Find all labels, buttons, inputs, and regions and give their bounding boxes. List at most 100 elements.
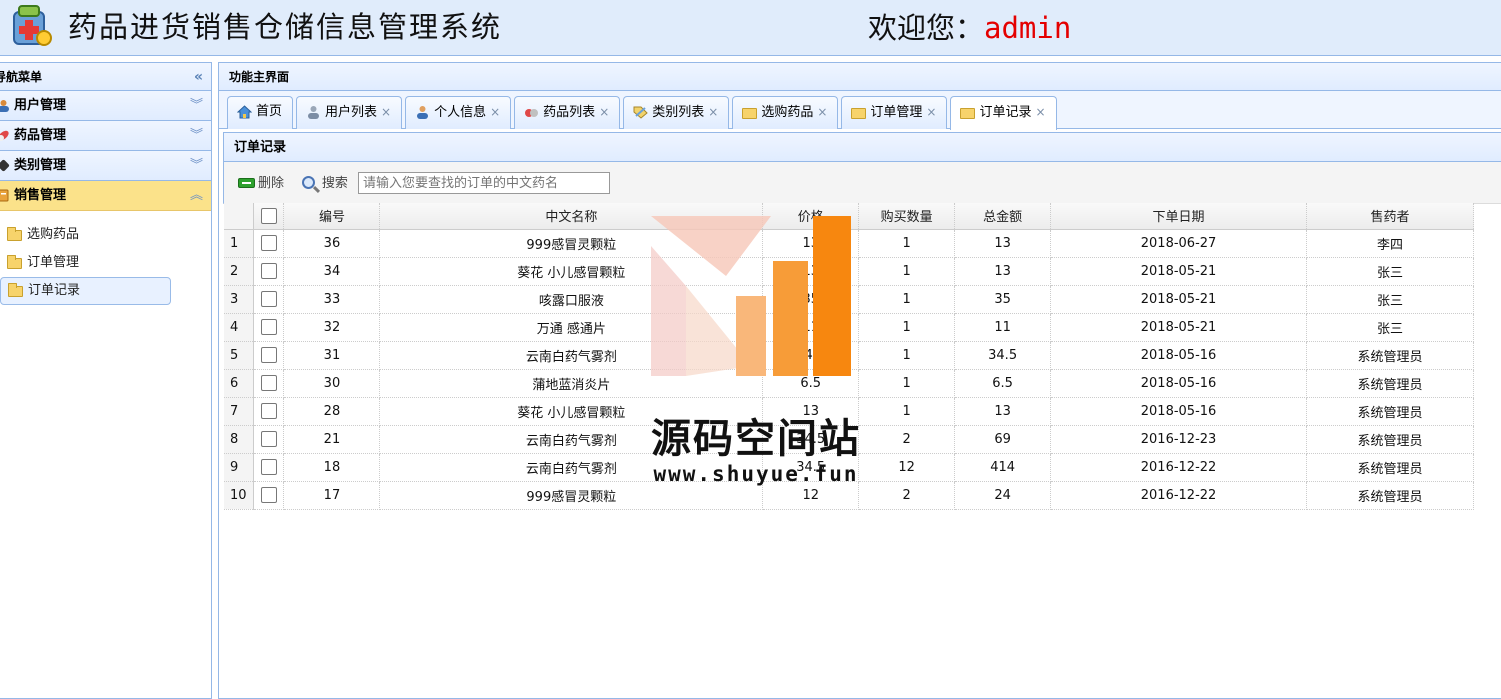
cell-qty: 1 — [858, 257, 956, 286]
select-all-checkbox[interactable] — [260, 207, 277, 224]
collapse-left-icon[interactable]: « — [194, 63, 203, 91]
cell-price: 34.5 — [762, 341, 860, 370]
delete-button[interactable]: 删除 — [238, 163, 284, 205]
user-icon — [0, 100, 9, 112]
tab-label: 选购药品 — [761, 105, 814, 120]
table-row[interactable]: 8 21 云南白药气雾剂 34.5 2 69 2016-12-23 系统管理员 — [224, 425, 1475, 454]
row-number: 8 — [224, 425, 255, 454]
row-number: 2 — [224, 257, 255, 286]
table-row[interactable]: 5 31 云南白药气雾剂 34.5 1 34.5 2018-05-16 系统管理员 — [224, 341, 1475, 370]
tab-personal-info[interactable]: 个人信息 × — [405, 96, 512, 129]
table-row[interactable]: 7 28 葵花 小儿感冒颗粒 13 1 13 2018-05-16 系统管理员 — [224, 397, 1475, 426]
table-row[interactable]: 9 18 云南白药气雾剂 34.5 12 414 2016-12-22 系统管理员 — [224, 453, 1475, 482]
close-icon[interactable]: × — [926, 105, 936, 119]
tab-order-records[interactable]: 订单记录 × — [950, 96, 1057, 130]
row-checkbox[interactable] — [260, 319, 277, 335]
search-label: 搜索 — [321, 176, 348, 191]
row-checkbox[interactable] — [260, 459, 277, 475]
table-row[interactable]: 6 30 蒲地蓝消炎片 6.5 1 6.5 2018-05-16 系统管理员 — [224, 369, 1475, 398]
chevron-down-icon[interactable]: ︾ — [190, 121, 203, 151]
row-checkbox[interactable] — [260, 347, 277, 363]
nav-section-label: 类别管理 — [14, 158, 67, 173]
column-header[interactable]: 购买数量 — [858, 203, 956, 230]
column-header[interactable]: 中文名称 — [379, 203, 764, 230]
chevron-down-icon[interactable]: ︾ — [190, 151, 203, 181]
nav-panel-title: 导航菜单 « — [0, 63, 211, 91]
cell-qty: 1 — [858, 285, 956, 314]
nav-item-order-manage[interactable]: 订单管理 — [0, 249, 211, 277]
column-header[interactable]: 售药者 — [1306, 203, 1475, 230]
tab-label: 订单管理 — [870, 105, 923, 120]
tab-order-manage[interactable]: 订单管理 × — [841, 96, 948, 129]
chevron-up-icon[interactable]: ︽ — [190, 181, 203, 211]
row-number: 5 — [224, 341, 255, 370]
cell-date: 2016-12-23 — [1050, 425, 1307, 454]
cell-date: 2018-06-27 — [1050, 229, 1307, 258]
nav-item-label: 订单记录 — [28, 283, 81, 298]
column-header[interactable]: 总金额 — [954, 203, 1052, 230]
row-number: 4 — [224, 313, 255, 342]
tag-icon — [0, 159, 10, 172]
user-list-icon — [308, 106, 320, 119]
chevron-down-icon[interactable]: ︾ — [190, 91, 203, 121]
close-icon[interactable]: × — [1036, 105, 1046, 119]
close-icon[interactable]: × — [490, 105, 500, 119]
row-select-cell — [253, 369, 285, 398]
table-row[interactable]: 3 33 咳露口服液 35 1 35 2018-05-21 张三 — [224, 285, 1475, 314]
cell-seller: 系统管理员 — [1306, 453, 1475, 482]
search-input[interactable] — [358, 172, 610, 194]
row-select-cell — [253, 425, 285, 454]
cell-price: 35 — [762, 285, 860, 314]
nav-item-order-records[interactable]: 订单记录 — [0, 277, 171, 305]
table-row[interactable]: 10 17 999感冒灵颗粒 12 2 24 2016-12-22 系统管理员 — [224, 481, 1475, 510]
row-select-cell — [253, 285, 285, 314]
nav-section-drug[interactable]: 药品管理 ︾ — [0, 121, 211, 151]
row-checkbox[interactable] — [260, 291, 277, 307]
nav-section-label: 用户管理 — [14, 98, 67, 113]
cell-price: 13 — [762, 229, 860, 258]
row-checkbox[interactable] — [260, 403, 277, 419]
tab-drug-list[interactable]: 药品列表 × — [514, 96, 621, 129]
close-icon[interactable]: × — [381, 105, 391, 119]
cell-seller: 系统管理员 — [1306, 481, 1475, 510]
row-checkbox[interactable] — [260, 431, 277, 447]
cell-price: 6.5 — [762, 369, 860, 398]
nav-section-sales[interactable]: 销售管理 ︽ — [0, 181, 211, 211]
row-checkbox[interactable] — [260, 375, 277, 391]
cell-id: 36 — [283, 229, 381, 258]
nav-item-select-drug[interactable]: 选购药品 — [0, 221, 211, 249]
cell-price: 34.5 — [762, 425, 860, 454]
column-header[interactable]: 编号 — [283, 203, 381, 230]
column-header[interactable]: 下单日期 — [1050, 203, 1307, 230]
close-icon[interactable]: × — [817, 105, 827, 119]
cell-name: 云南白药气雾剂 — [379, 341, 764, 370]
pill-icon — [525, 109, 539, 117]
tab-label: 订单记录 — [979, 105, 1032, 120]
tab-select-drug[interactable]: 选购药品 × — [732, 96, 839, 129]
welcome-label: 欢迎您： — [868, 11, 985, 45]
cell-total: 11 — [954, 313, 1052, 342]
search-button[interactable]: 搜索 — [301, 163, 348, 205]
folder-icon — [960, 108, 976, 119]
tab-user-list[interactable]: 用户列表 × — [296, 96, 403, 129]
tab-category-list[interactable]: 类别列表 × — [623, 96, 730, 129]
nav-section-category[interactable]: 类别管理 ︾ — [0, 151, 211, 181]
row-checkbox[interactable] — [260, 235, 277, 251]
cell-date: 2018-05-16 — [1050, 369, 1307, 398]
table-row[interactable]: 2 34 葵花 小儿感冒颗粒 13 1 13 2018-05-21 张三 — [224, 257, 1475, 286]
row-checkbox[interactable] — [260, 263, 277, 279]
row-checkbox[interactable] — [260, 487, 277, 503]
column-header[interactable]: 价格 — [762, 203, 860, 230]
folder-icon — [7, 255, 22, 269]
nav-section-user[interactable]: 用户管理 ︾ — [0, 91, 211, 121]
cell-qty: 1 — [858, 369, 956, 398]
table-row[interactable]: 1 36 999感冒灵颗粒 13 1 13 2018-06-27 李四 — [224, 229, 1475, 258]
close-icon[interactable]: × — [599, 105, 609, 119]
app-header: 药品进货销售仓储信息管理系统 欢迎您：admin — [0, 0, 1501, 56]
table-row[interactable]: 4 32 万通 感通片 11 1 11 2018-05-21 张三 — [224, 313, 1475, 342]
cell-price: 13 — [762, 257, 860, 286]
tab-home[interactable]: 首页 — [227, 96, 294, 129]
row-select-cell — [253, 229, 285, 258]
folder-icon — [8, 283, 23, 297]
close-icon[interactable]: × — [708, 105, 718, 119]
